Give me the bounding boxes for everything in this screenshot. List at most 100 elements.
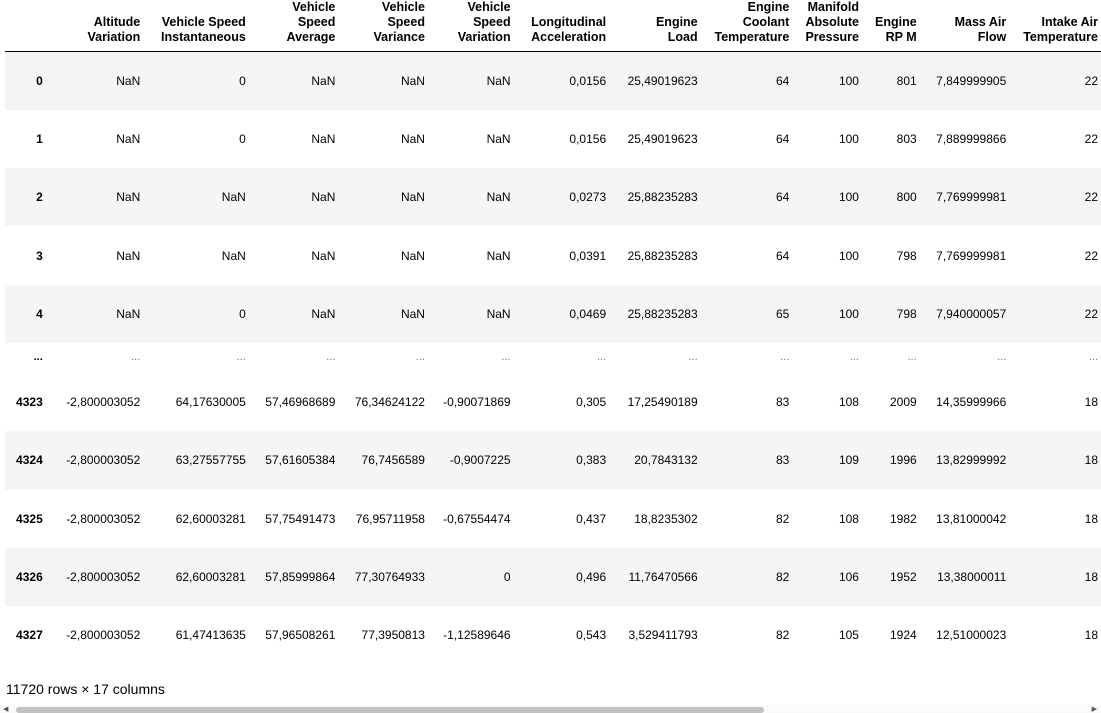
row-index: 4323 [16, 395, 43, 410]
table-cell: 0,0469 [569, 306, 607, 321]
table-cell: NaN [486, 248, 511, 263]
table-cell: 57,75491473 [265, 511, 336, 526]
table-cell: 100 [838, 190, 859, 205]
table-cell: 7,769999981 [936, 190, 1007, 205]
row-index: 2 [36, 190, 43, 205]
table-cell: 22 [1084, 73, 1098, 88]
column-header: Vehicle Speed Average [248, 0, 339, 52]
table-row: 4326 -2,800003052 62,60003281 57,85999864 77… [5, 547, 1101, 607]
table-cell: -0,90071869 [443, 395, 511, 410]
table-cell: NaN [486, 73, 511, 88]
table-cell: 12,51000023 [936, 628, 1007, 643]
table-cell: 17,25490189 [627, 395, 698, 410]
table-cell: 22 [1084, 190, 1098, 205]
table-cell: NaN [486, 190, 511, 205]
table-cell: 25,49019623 [627, 73, 698, 88]
table-cell: ... [688, 350, 698, 363]
table-cell: 57,96508261 [265, 628, 336, 643]
table-cell: 61,47413635 [175, 628, 246, 643]
table-cell: 83 [775, 453, 790, 468]
table-cell: ... [415, 350, 425, 363]
table-cell: 22 [1084, 248, 1098, 263]
table-cell: -2,800003052 [66, 570, 141, 585]
table-cell: 25,88235283 [627, 306, 698, 321]
column-header: Vehicle Speed Variance [338, 0, 428, 52]
column-header: Altitude Variation [47, 0, 144, 52]
dataframe-shape-text: 11720 rows × 17 columns [6, 681, 165, 697]
table-row: 2 NaN NaN NaN NaN NaN 0,0273 25,88235283 64 100 80… [5, 168, 1101, 227]
table-cell: 0,0391 [569, 248, 607, 263]
table-cell: -0,67554474 [443, 511, 511, 526]
table-cell: 14,35999966 [936, 395, 1007, 410]
table-cell: 7,940000057 [936, 306, 1007, 321]
table-cell: NaN [311, 306, 336, 321]
table-cell: 0,0156 [569, 131, 607, 146]
table-cell: NaN [116, 248, 141, 263]
column-header: Vehicle Speed Variation [427, 0, 514, 52]
table-cell: 0,437 [576, 511, 607, 526]
table-cell: -2,800003052 [66, 511, 141, 526]
table-cell: NaN [221, 190, 246, 205]
table-cell: NaN [311, 131, 336, 146]
index-header [5, 0, 48, 52]
table-cell: 25,49019623 [627, 131, 698, 146]
table-cell: 18,8235302 [634, 511, 698, 526]
table-cell: -1,12589646 [443, 628, 511, 643]
table-cell: -0,9007225 [449, 453, 511, 468]
table-cell: 100 [838, 73, 859, 88]
table-cell: 82 [775, 511, 790, 526]
table-cell: 77,3950813 [361, 628, 425, 643]
table-cell: 18 [1084, 570, 1098, 585]
table-cell: ... [596, 350, 607, 363]
table-cell: 22 [1084, 131, 1098, 146]
table-cell: 7,889999866 [936, 131, 1007, 146]
table-row: 4327 -2,800003052 61,47413635 57,96508261 77… [5, 606, 1101, 664]
table-cell: 109 [838, 453, 859, 468]
table-cell: NaN [486, 306, 511, 321]
table-cell: 20,7843132 [634, 453, 698, 468]
table-cell: 100 [838, 131, 859, 146]
table-cell: 0 [239, 73, 246, 88]
column-header: Mass Air Flow [919, 0, 1010, 52]
table-cell: 798 [896, 306, 917, 321]
table-cell: 0,0273 [569, 190, 607, 205]
scrollbar-thumb[interactable] [16, 707, 764, 713]
table-cell: 7,769999981 [936, 248, 1007, 263]
dataframe-table: Altitude Variation Vehicle Speed Instantane… [5, 0, 1101, 664]
table-cell: 62,60003281 [175, 570, 246, 585]
table-cell: 0,305 [576, 395, 607, 410]
table-cell: 0,0156 [569, 73, 607, 88]
row-index: 1 [36, 131, 43, 146]
table-row: 4 NaN 0 NaN NaN NaN 0,0469 25,88235283 65 100 798 7… [5, 284, 1101, 343]
table-cell: ... [997, 350, 1007, 363]
table-header: Altitude Variation Vehicle Speed Instantane… [5, 0, 1101, 52]
table-cell: 106 [838, 570, 859, 585]
table-cell: 64,17630005 [175, 395, 246, 410]
table-cell: 108 [838, 511, 859, 526]
table-cell: 3,529411793 [628, 628, 698, 643]
table-cell: NaN [400, 306, 425, 321]
horizontal-scrollbar[interactable]: ◀ ▶ [0, 705, 1101, 713]
table-cell: ... [236, 350, 246, 363]
table-cell: 22 [1084, 306, 1098, 321]
table-cell: 82 [775, 628, 790, 643]
table-row: 4323 -2,800003052 64,17630005 57,46968689 76… [5, 373, 1101, 431]
table-cell: 0 [503, 570, 511, 585]
table-cell: 77,30764933 [354, 570, 425, 585]
column-header: Engine Coolant Temperature [700, 0, 793, 52]
header-row: Altitude Variation Vehicle Speed Instantane… [5, 0, 1101, 52]
column-header: Engine RP M [861, 0, 920, 52]
table-cell: NaN [400, 131, 425, 146]
table-row: 3 NaN NaN NaN NaN NaN 0,0391 25,88235283 64 100 79… [5, 226, 1101, 284]
table-cell: 83 [775, 395, 790, 410]
table-cell: NaN [221, 248, 246, 263]
table-cell: NaN [311, 190, 336, 205]
table-cell: 57,85999864 [265, 570, 336, 585]
table-cell: NaN [400, 190, 425, 205]
scroll-right-arrow-icon[interactable]: ▶ [1092, 706, 1097, 713]
table-cell: 108 [838, 395, 859, 410]
scroll-left-arrow-icon[interactable]: ◀ [3, 706, 8, 713]
table-cell: ... [131, 350, 141, 363]
table-cell: NaN [116, 306, 141, 321]
table-cell: 800 [896, 190, 917, 205]
